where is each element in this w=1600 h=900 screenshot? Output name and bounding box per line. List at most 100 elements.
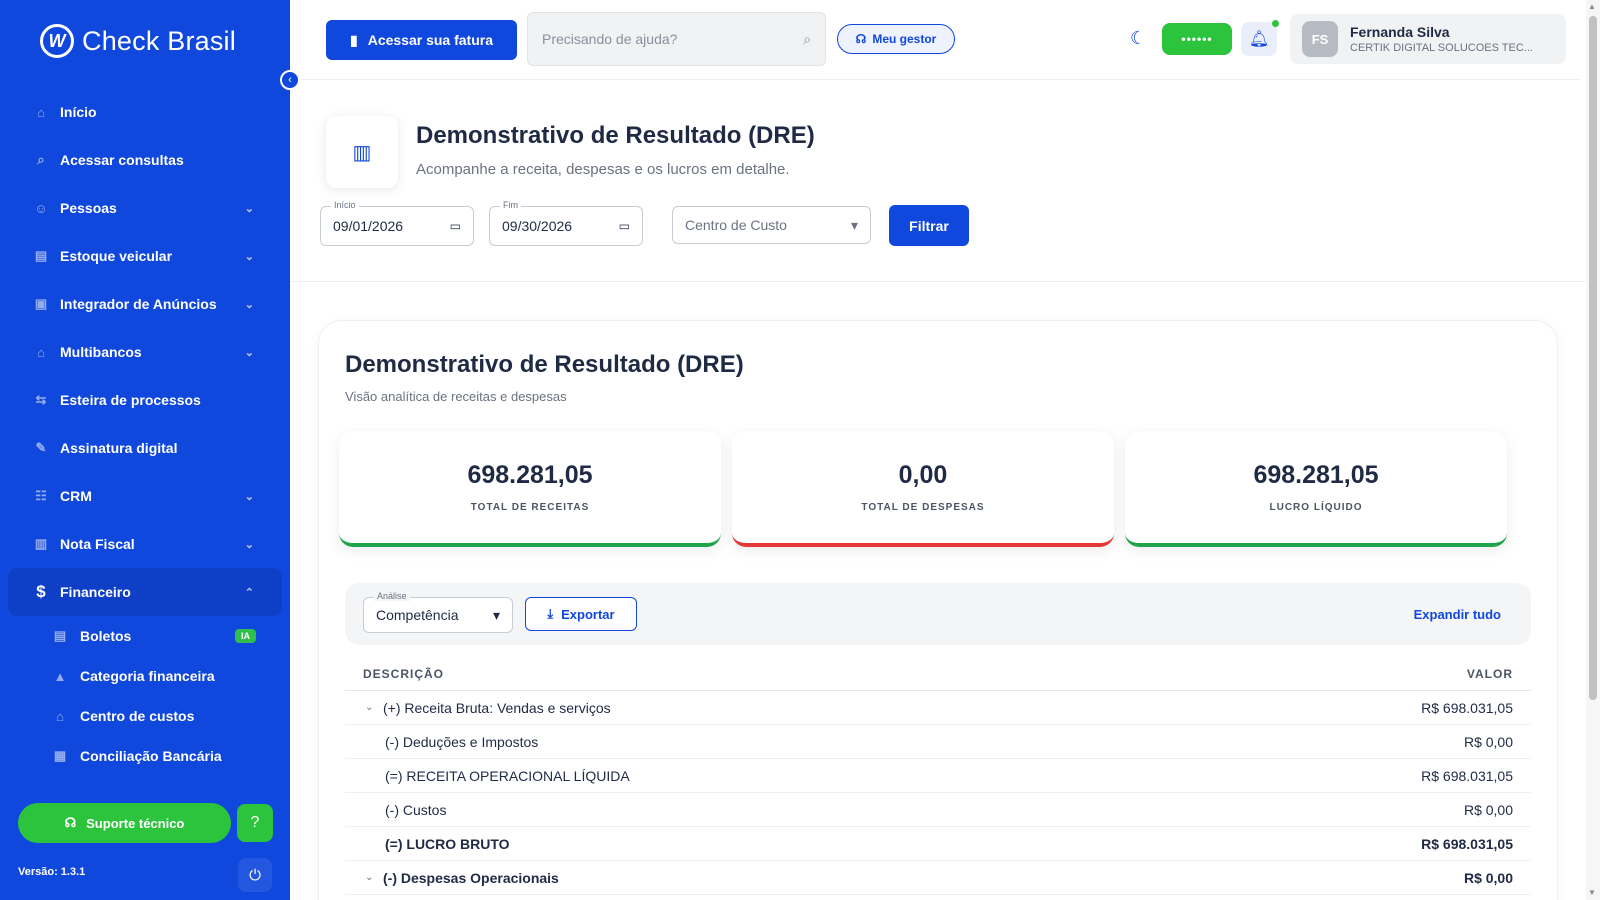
end-date-field[interactable]: Fim 09/30/2026 ▭ xyxy=(489,200,643,246)
notifications-button[interactable]: 🔔︎ xyxy=(1241,22,1277,56)
sidebar-item-multibancos[interactable]: ⌂ Multibancos ⌄ xyxy=(8,328,282,376)
row-description: (=) RECEITA OPERACIONAL LÍQUIDA xyxy=(385,767,630,784)
chevron-down-icon[interactable]: ⌄ xyxy=(365,702,383,713)
kpi-lucro-liquido: 698.281,05 LUCRO LÍQUIDO xyxy=(1125,431,1507,547)
column-header-valor: VALOR xyxy=(1466,666,1513,681)
sidebar-item-nota-fiscal[interactable]: ▥ Nota Fiscal ⌄ xyxy=(8,520,282,568)
end-date-caption: Fim xyxy=(500,200,521,210)
sidebar-item-inicio[interactable]: ⌂ Início xyxy=(8,88,282,136)
chevron-down-icon: ⌄ xyxy=(244,346,254,359)
bell-icon: 🔔︎ xyxy=(1248,31,1270,48)
download-icon: ⤓ xyxy=(547,606,554,621)
my-manager-label: Meu gestor xyxy=(872,32,937,46)
table-row: (-) Deduções e Impostos R$ 0,00 xyxy=(345,725,1531,759)
dre-card: Demonstrativo de Resultado (DRE) Visão a… xyxy=(318,320,1558,900)
sidebar-item-crm[interactable]: ☷ CRM ⌄ xyxy=(8,472,282,520)
headset-icon: ☊ xyxy=(855,32,867,46)
analysis-select[interactable]: Análise Competência ▾ xyxy=(363,591,513,633)
dre-table: DESCRIÇÃO VALOR ⌄ (+) Receita Bruta: Ven… xyxy=(345,657,1531,895)
caret-down-icon: ▾ xyxy=(492,606,500,623)
document-icon: ▮ xyxy=(349,31,358,48)
table-row[interactable]: ⌄ (-) Despesas Operacionais R$ 0,00 xyxy=(345,861,1531,895)
chevron-down-icon: ⌄ xyxy=(244,490,254,503)
start-date-caption: Início xyxy=(331,200,359,210)
my-manager-button[interactable]: ☊ Meu gestor xyxy=(837,24,955,54)
kpi-value: 698.281,05 xyxy=(467,461,593,489)
calendar-icon[interactable]: ▭ xyxy=(450,219,461,233)
expand-all-link[interactable]: Expandir tudo xyxy=(1414,607,1501,622)
card-title: Demonstrativo de Resultado (DRE) xyxy=(345,351,744,378)
row-value: R$ 698.031,05 xyxy=(1421,767,1513,784)
sidebar-item-label: Esteira de processos xyxy=(60,392,201,408)
sidebar: W Check Brasil ⌂ Início ⌕ Acessar consul… xyxy=(0,0,290,900)
scroll-down-arrow-icon[interactable]: ▼ xyxy=(1588,888,1596,897)
sidebar-subitem-conciliacao-bancaria[interactable]: ▦ Conciliação Bancária xyxy=(52,736,282,776)
sidebar-item-estoque-veicular[interactable]: ▤ Estoque veicular ⌄ xyxy=(8,232,282,280)
sidebar-item-integrador-anuncios[interactable]: ▣ Integrador de Anúncios ⌄ xyxy=(8,280,282,328)
bank-icon: ⌂ xyxy=(56,708,64,724)
row-description: (-) Custos xyxy=(385,801,447,818)
topbar: ▮ Acessar sua fatura Precisando de ajuda… xyxy=(290,0,1580,80)
kpi-value: 0,00 xyxy=(898,461,948,489)
dark-mode-toggle-icon[interactable]: ☾ xyxy=(1130,28,1146,49)
sidebar-subitem-boletos[interactable]: ▤ Boletos IA xyxy=(52,616,282,656)
table-header: DESCRIÇÃO VALOR xyxy=(345,657,1531,691)
row-description: (+) Receita Bruta: Vendas e serviços xyxy=(383,699,611,716)
support-button[interactable]: ☊ Suporte técnico xyxy=(18,803,231,843)
chevron-down-icon: ⌄ xyxy=(244,202,254,215)
filter-button[interactable]: Filtrar xyxy=(889,205,969,246)
sidebar-item-label: Início xyxy=(60,104,97,120)
masked-balance-pill[interactable]: •••••• xyxy=(1162,23,1232,55)
sidebar-item-financeiro[interactable]: $ Financeiro ⌃ xyxy=(8,568,282,616)
sidebar-subitem-categoria-financeira[interactable]: ▲ Categoria financeira xyxy=(52,656,282,696)
ia-badge: IA xyxy=(235,629,256,643)
power-icon: ⏻ xyxy=(249,866,261,884)
help-search-input[interactable]: Precisando de ajuda? ⌕ xyxy=(527,12,826,66)
sidebar-item-label: Financeiro xyxy=(60,584,131,600)
start-date-field[interactable]: Início 09/01/2026 ▭ xyxy=(320,200,474,246)
sidebar-subitem-label: Conciliação Bancária xyxy=(80,748,222,764)
kpi-value: 698.281,05 xyxy=(1253,461,1379,489)
table-row[interactable]: ⌄ (+) Receita Bruta: Vendas e serviços R… xyxy=(345,691,1531,725)
sidebar-item-label: Acessar consultas xyxy=(60,152,184,168)
row-value: R$ 0,00 xyxy=(1463,733,1513,750)
sidebar-item-esteira-processos[interactable]: ⇆ Esteira de processos xyxy=(8,376,282,424)
end-date-value: 09/30/2026 xyxy=(502,218,573,234)
user-menu[interactable]: FS Fernanda Silva CERTIK DIGITAL SOLUCOE… xyxy=(1290,14,1566,64)
sidebar-item-pessoas[interactable]: ☺ Pessoas ⌄ xyxy=(8,184,282,232)
sidebar-item-label: Assinatura digital xyxy=(60,440,178,456)
flow-icon: ⇆ xyxy=(35,392,47,407)
export-label: Exportar xyxy=(561,606,615,622)
help-button[interactable]: ? xyxy=(237,804,273,842)
table-row: (-) Custos R$ 0,00 xyxy=(345,793,1531,827)
kpi-total-receitas: 698.281,05 TOTAL DE RECEITAS xyxy=(339,431,721,547)
export-button[interactable]: ⤓ Exportar xyxy=(525,597,637,631)
scroll-up-arrow-icon[interactable]: ▲ xyxy=(1588,2,1596,11)
calendar-icon[interactable]: ▭ xyxy=(619,219,630,233)
column-header-descricao: DESCRIÇÃO xyxy=(363,666,445,681)
user-company: CERTIK DIGITAL SOLUCOES TEC... xyxy=(1350,42,1533,54)
brand-name: Check Brasil xyxy=(82,25,236,56)
table-row: (=) RECEITA OPERACIONAL LÍQUIDA R$ 698.0… xyxy=(345,759,1531,793)
ads-icon: ▣ xyxy=(34,296,48,311)
financeiro-submenu: ▤ Boletos IA ▲ Categoria financeira ⌂ Ce… xyxy=(8,616,282,776)
sidebar-item-acessar-consultas[interactable]: ⌕ Acessar consultas xyxy=(8,136,282,184)
cost-center-select[interactable]: Centro de Custo ▾ xyxy=(672,206,871,244)
analysis-value: Competência xyxy=(376,607,459,623)
chevron-down-icon[interactable]: ⌄ xyxy=(365,872,383,883)
chevron-up-icon: ⌃ xyxy=(244,586,254,599)
analysis-caption: Análise xyxy=(374,591,410,601)
sidebar-item-label: Nota Fiscal xyxy=(60,536,135,552)
sidebar-item-assinatura-digital[interactable]: ✎ Assinatura digital xyxy=(8,424,282,472)
sidebar-item-label: Pessoas xyxy=(60,200,117,216)
scrollbar-thumb[interactable] xyxy=(1589,16,1597,700)
sidebar-subitem-centro-custos[interactable]: ⌂ Centro de custos xyxy=(52,696,282,736)
sidebar-collapse-button[interactable]: ‹ xyxy=(280,70,300,90)
access-invoice-button[interactable]: ▮ Acessar sua fatura xyxy=(326,20,517,60)
logout-button[interactable]: ⏻ xyxy=(238,858,272,892)
help-icon: ? xyxy=(250,814,260,831)
brand[interactable]: W Check Brasil xyxy=(40,24,236,58)
crm-icon: ☷ xyxy=(35,488,47,503)
kpi-total-despesas: 0,00 TOTAL DE DESPESAS xyxy=(732,431,1114,547)
row-description: (=) LUCRO BRUTO xyxy=(385,835,510,852)
